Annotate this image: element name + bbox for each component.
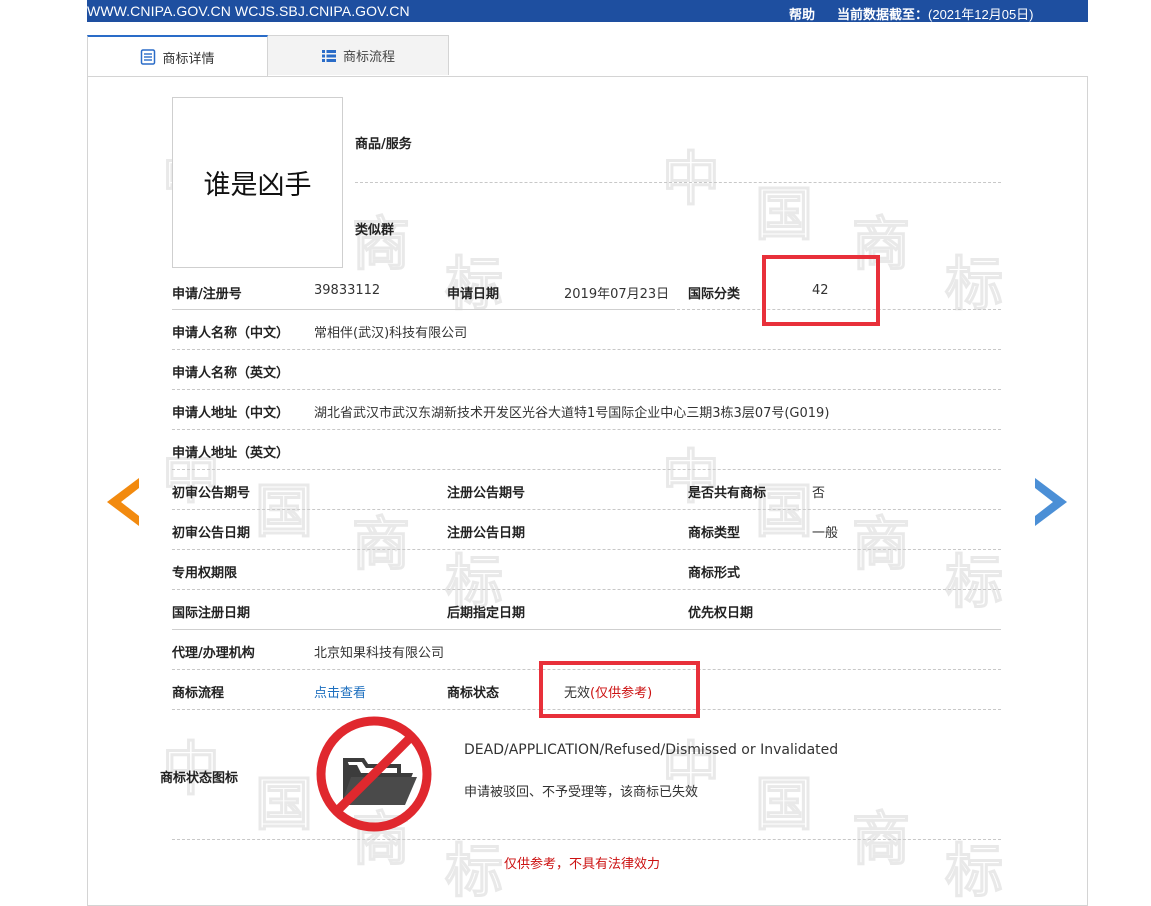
agent-label: 代理/办理机构: [172, 646, 255, 661]
trademark-image-text: 谁是凶手: [203, 170, 312, 201]
prev-record-arrow[interactable]: [107, 478, 139, 526]
list-icon: [321, 49, 336, 62]
later-date-label: 后期指定日期: [447, 606, 526, 621]
applicant-en-label: 申请人名称（英文）: [172, 366, 290, 381]
priority-date-label: 优先权日期: [688, 606, 754, 621]
shared-label: 是否共有商标: [688, 486, 767, 501]
address-en-label: 申请人地址（英文）: [172, 446, 290, 461]
help-link[interactable]: 帮助: [789, 4, 815, 23]
prelim-date-label: 初审公告日期: [172, 526, 251, 541]
goods-services-label: 商品/服务: [355, 137, 412, 152]
tm-type-label: 商标类型: [688, 526, 741, 541]
reg-pub-date-label: 注册公告日期: [447, 526, 526, 541]
divider: [172, 589, 1001, 590]
site-urls[interactable]: WWW.CNIPA.GOV.CN WCJS.SBJ.CNIPA.GOV.CN: [87, 3, 410, 19]
apply-date-value: 2019年07月23日: [564, 287, 670, 302]
tm-type-value: 一般: [812, 526, 839, 541]
status-icon-label: 商标状态图标: [160, 771, 239, 786]
view-flow-link[interactable]: 点击查看: [314, 682, 366, 701]
reg-no-value: 39833112: [314, 283, 381, 298]
disclaimer-text: 仅供参考，不具有法律效力: [504, 857, 661, 872]
highlight-box-status: [539, 661, 700, 718]
divider: [172, 349, 1001, 350]
divider: [172, 429, 1001, 430]
divider: [172, 469, 1001, 470]
applicant-cn-label: 申请人名称（中文）: [172, 326, 290, 341]
divider: [355, 182, 1001, 183]
intl-class-label: 国际分类: [688, 287, 741, 302]
divider: [172, 839, 1001, 840]
applicant-cn-value: 常相伴(武汉)科技有限公司: [314, 326, 468, 341]
divider: [172, 629, 1001, 630]
flow-label: 商标流程: [172, 686, 225, 701]
tab-label: 商标流程: [342, 50, 395, 65]
reg-pub-no-label: 注册公告期号: [447, 486, 526, 501]
address-cn-label: 申请人地址（中文）: [172, 406, 290, 421]
tab-label: 商标详情: [162, 51, 215, 67]
divider: [172, 509, 1001, 510]
divider: [172, 309, 672, 310]
divider: [172, 549, 1001, 550]
data-as-of-value: (2021年12月05日): [928, 7, 1034, 22]
divider: [172, 389, 1001, 390]
address-cn-value: 湖北省武汉市武汉东湖新技术开发区光谷大道特1号国际企业中心三期3栋3层07号(G…: [314, 406, 830, 421]
agent-value: 北京知果科技有限公司: [314, 646, 445, 661]
next-record-arrow[interactable]: [1035, 478, 1067, 526]
prelim-no-label: 初审公告期号: [172, 486, 251, 501]
prohibited-folder-icon: [316, 716, 432, 832]
apply-date-label: 申请日期: [447, 287, 500, 302]
tab-trademark-detail[interactable]: 商标详情: [87, 35, 268, 77]
top-bar: WWW.CNIPA.GOV.CN WCJS.SBJ.CNIPA.GOV.CN 帮…: [87, 0, 1088, 22]
status-label: 商标状态: [447, 686, 500, 701]
intl-reg-date-label: 国际注册日期: [172, 606, 251, 621]
exclusive-period-label: 专用权期限: [172, 566, 238, 581]
status-description-cn: 申请被驳回、不予受理等，该商标已失效: [464, 785, 699, 800]
highlight-box-intl-class: [762, 255, 880, 326]
status-description-en: DEAD/APPLICATION/Refused/Dismissed or In…: [464, 742, 839, 758]
data-as-of-label: 当前数据截至：: [837, 7, 929, 22]
tab-trademark-flow[interactable]: 商标流程: [268, 35, 449, 75]
reg-no-label: 申请/注册号: [172, 287, 242, 302]
similar-group-label: 类似群: [355, 223, 395, 238]
trademark-image: 谁是凶手: [172, 97, 343, 268]
data-as-of: 当前数据截至：(2021年12月05日): [837, 4, 1034, 23]
shared-value: 否: [812, 486, 826, 501]
document-icon: [141, 49, 156, 65]
tm-form-label: 商标形式: [688, 566, 741, 581]
